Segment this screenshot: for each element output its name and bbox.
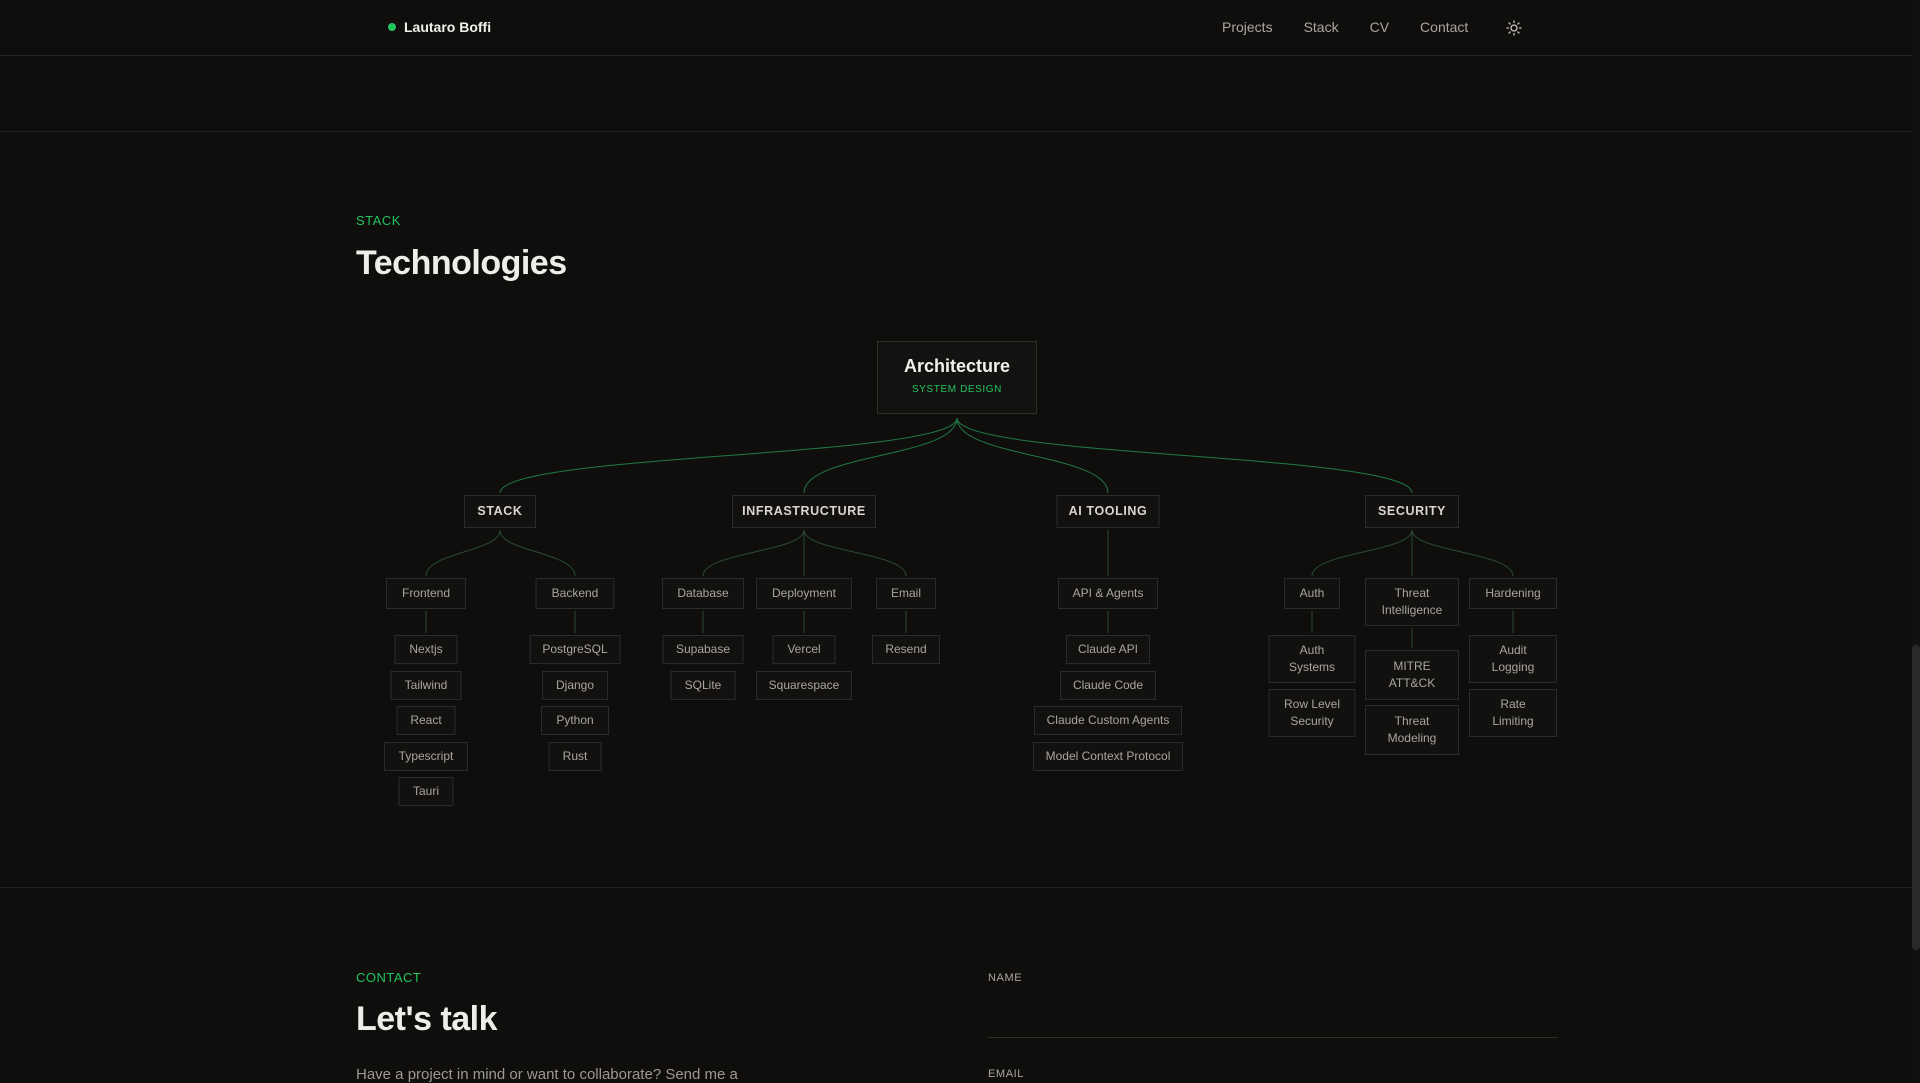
contact-intro-text: Have a project in mind or want to collab… [356,1066,738,1083]
scrollbar-thumb[interactable] [1912,645,1920,950]
tree-connectors [425,417,1514,648]
item-django: Django [542,671,608,700]
group-deployment: Deployment [756,578,852,609]
category-stack: STACK [464,495,536,528]
tree-root-architecture: Architecture SYSTEM DESIGN [877,341,1037,414]
item-threat-modeling: Threat Modeling [1365,705,1459,755]
brand[interactable]: Lautaro Boffi [388,19,491,35]
section-divider [0,131,1912,132]
contact-eyebrow: CONTACT [356,970,422,985]
group-connector-3-2 [1411,529,1514,577]
item-auth-systems: Auth Systems [1268,635,1356,683]
nav-link-stack[interactable]: Stack [1304,19,1339,35]
category-security: SECURITY [1365,495,1459,528]
item-supabase: Supabase [662,635,744,664]
item-python: Python [541,706,609,735]
item-audit-logging: Audit Logging [1469,635,1557,683]
group-hardening: Hardening [1469,578,1557,609]
sun-icon [1506,20,1522,36]
group-email: Email [876,578,936,609]
site-header: Lautaro Boffi Projects Stack CV Contact [0,0,1912,56]
group-database: Database [662,578,744,609]
item-vercel: Vercel [772,635,836,664]
group-auth: Auth [1284,578,1340,609]
root-subtitle: SYSTEM DESIGN [911,383,1003,395]
group-connector-0-1 [499,529,576,577]
status-dot [388,23,396,31]
item-typescript: Typescript [384,742,468,771]
item-squarespace: Squarespace [756,671,852,700]
category-infrastructure: INFRASTRUCTURE [732,495,876,528]
group-backend: Backend [535,578,615,609]
item-nextjs: Nextjs [394,635,458,664]
item-tauri: Tauri [398,777,454,806]
group-connector-1-2 [803,529,907,577]
email-label: EMAIL [988,1068,1025,1080]
group-connector-1-0 [702,529,805,577]
item-tailwind: Tailwind [390,671,462,700]
item-postgresql: PostgreSQL [529,635,621,664]
item-mitre-attck: MITRE ATT&CK [1365,650,1459,700]
item-resend: Resend [872,635,940,664]
group-frontend: Frontend [386,578,466,609]
stack-eyebrow: STACK [356,213,401,228]
root-connector-3 [956,417,1413,494]
nav-link-projects[interactable]: Projects [1222,19,1273,35]
root-connector-2 [956,417,1109,494]
root-connector-0 [499,417,958,494]
theme-toggle-button[interactable] [1504,18,1524,38]
item-model-context-protocol: Model Context Protocol [1033,742,1183,771]
brand-name[interactable]: Lautaro Boffi [404,19,491,35]
nav-link-cv[interactable]: CV [1370,19,1389,35]
main-nav: Projects Stack CV Contact [1222,19,1499,35]
item-sqlite: SQLite [670,671,736,700]
item-rust: Rust [548,742,602,771]
item-rate-limiting: Rate Limiting [1469,689,1557,737]
name-label: NAME [988,972,1023,984]
root-connector-1 [803,417,958,494]
group-api-agents: API & Agents [1058,578,1158,609]
item-claude-api: Claude API [1066,635,1150,664]
lets-talk-title: Let's talk [356,1000,498,1038]
name-field[interactable] [988,998,1558,1038]
category-ai-tooling: AI TOOLING [1056,495,1160,528]
item-claude-code: Claude Code [1060,671,1156,700]
item-claude-custom-agents: Claude Custom Agents [1034,706,1182,735]
technologies-title: Technologies [356,244,567,282]
nav-link-contact[interactable]: Contact [1420,19,1468,35]
section-divider [0,887,1912,888]
group-connector-3-0 [1311,529,1413,577]
group-connector-0-0 [425,529,501,577]
group-threat-intelligence: Threat Intelligence [1365,578,1459,626]
root-title: Architecture [903,355,1011,376]
item-row-level-security: Row Level Security [1268,689,1356,737]
item-react: React [396,706,456,735]
